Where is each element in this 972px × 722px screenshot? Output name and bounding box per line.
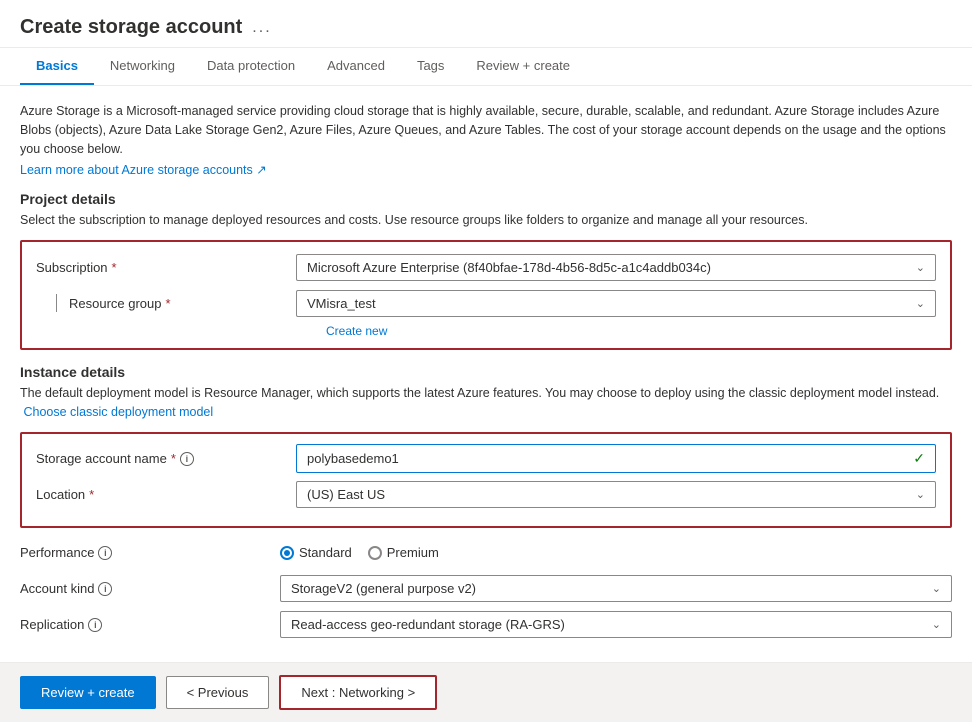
subscription-value: Microsoft Azure Enterprise (8f40bfae-178… xyxy=(307,260,711,275)
performance-premium-label: Premium xyxy=(387,545,439,560)
performance-row: Performance i Standard Premium xyxy=(20,538,952,568)
next-button[interactable]: Next : Networking > xyxy=(279,675,437,710)
header-ellipsis: ... xyxy=(252,19,271,37)
storage-account-name-value: polybasedemo1 xyxy=(307,451,399,466)
resource-group-row: Resource group * VMisra_test ⌄ xyxy=(36,288,936,318)
instance-details-desc: The default deployment model is Resource… xyxy=(20,384,952,422)
content-area: Azure Storage is a Microsoft-managed ser… xyxy=(0,86,972,662)
review-create-button[interactable]: Review + create xyxy=(20,676,156,709)
standard-radio-circle xyxy=(280,546,294,560)
indent-line xyxy=(56,294,57,312)
tabs-bar: Basics Networking Data protection Advanc… xyxy=(0,48,972,86)
subscription-section: Subscription * Microsoft Azure Enterpris… xyxy=(20,240,952,350)
resource-group-chevron-icon: ⌄ xyxy=(916,297,925,310)
account-kind-row: Account kind i StorageV2 (general purpos… xyxy=(20,574,952,604)
intro-description: Azure Storage is a Microsoft-managed ser… xyxy=(20,102,952,158)
location-chevron-icon: ⌄ xyxy=(916,488,925,501)
replication-value: Read-access geo-redundant storage (RA-GR… xyxy=(291,617,565,632)
performance-label: Performance i xyxy=(20,545,280,560)
resource-group-dropdown[interactable]: VMisra_test ⌄ xyxy=(296,290,936,317)
account-kind-value: StorageV2 (general purpose v2) xyxy=(291,581,476,596)
location-label: Location * xyxy=(36,487,296,502)
performance-info-icon[interactable]: i xyxy=(98,546,112,560)
tab-data-protection[interactable]: Data protection xyxy=(191,48,311,85)
location-required-star: * xyxy=(89,487,94,502)
performance-control: Standard Premium xyxy=(280,545,952,560)
replication-label: Replication i xyxy=(20,617,280,632)
storage-account-name-label: Storage account name * i xyxy=(36,451,296,466)
instance-details-title: Instance details xyxy=(20,364,952,380)
resource-group-value: VMisra_test xyxy=(307,296,376,311)
footer-bar: Review + create < Previous Next : Networ… xyxy=(0,662,972,722)
replication-dropdown[interactable]: Read-access geo-redundant storage (RA-GR… xyxy=(280,611,952,638)
subscription-dropdown[interactable]: Microsoft Azure Enterprise (8f40bfae-178… xyxy=(296,254,936,281)
account-kind-label: Account kind i xyxy=(20,581,280,596)
previous-button[interactable]: < Previous xyxy=(166,676,270,709)
resource-group-label: Resource group * xyxy=(36,294,296,312)
resource-group-control: VMisra_test ⌄ xyxy=(296,290,936,317)
replication-control: Read-access geo-redundant storage (RA-GR… xyxy=(280,611,952,638)
account-kind-info-icon[interactable]: i xyxy=(98,582,112,596)
subscription-control: Microsoft Azure Enterprise (8f40bfae-178… xyxy=(296,254,936,281)
storage-account-name-row: Storage account name * i polybasedemo1 ✓ xyxy=(36,444,936,474)
instance-bordered-section: Storage account name * i polybasedemo1 ✓… xyxy=(20,432,952,528)
location-value: (US) East US xyxy=(307,487,385,502)
replication-info-icon[interactable]: i xyxy=(88,618,102,632)
tab-networking[interactable]: Networking xyxy=(94,48,191,85)
storage-name-required-star: * xyxy=(171,451,176,466)
project-details-title: Project details xyxy=(20,191,952,207)
replication-chevron-icon: ⌄ xyxy=(932,618,941,631)
tab-advanced[interactable]: Advanced xyxy=(311,48,401,85)
tab-tags[interactable]: Tags xyxy=(401,48,460,85)
classic-deployment-link[interactable]: Choose classic deployment model xyxy=(23,405,213,419)
resource-group-required-star: * xyxy=(166,296,171,311)
location-row: Location * (US) East US ⌄ xyxy=(36,480,936,510)
replication-row: Replication i Read-access geo-redundant … xyxy=(20,610,952,640)
subscription-row: Subscription * Microsoft Azure Enterpris… xyxy=(36,252,936,282)
account-kind-chevron-icon: ⌄ xyxy=(932,582,941,595)
location-control: (US) East US ⌄ xyxy=(296,481,936,508)
subscription-required-star: * xyxy=(112,260,117,275)
performance-radio-group: Standard Premium xyxy=(280,545,952,560)
create-new-link[interactable]: Create new xyxy=(36,324,936,338)
storage-account-name-input[interactable]: polybasedemo1 ✓ xyxy=(296,444,936,473)
storage-name-info-icon[interactable]: i xyxy=(180,452,194,466)
storage-name-valid-icon: ✓ xyxy=(913,450,925,467)
page-title: Create storage account xyxy=(20,16,242,39)
subscription-chevron-icon: ⌄ xyxy=(916,261,925,274)
premium-radio-circle xyxy=(368,546,382,560)
tab-basics[interactable]: Basics xyxy=(20,48,94,85)
performance-standard-option[interactable]: Standard xyxy=(280,545,352,560)
performance-standard-label: Standard xyxy=(299,545,352,560)
performance-premium-option[interactable]: Premium xyxy=(368,545,439,560)
learn-more-link[interactable]: Learn more about Azure storage accounts … xyxy=(20,163,267,177)
storage-account-name-control: polybasedemo1 ✓ xyxy=(296,444,936,473)
subscription-label: Subscription * xyxy=(36,260,296,275)
tab-review-create[interactable]: Review + create xyxy=(460,48,586,85)
project-details-desc: Select the subscription to manage deploy… xyxy=(20,211,952,230)
location-dropdown[interactable]: (US) East US ⌄ xyxy=(296,481,936,508)
